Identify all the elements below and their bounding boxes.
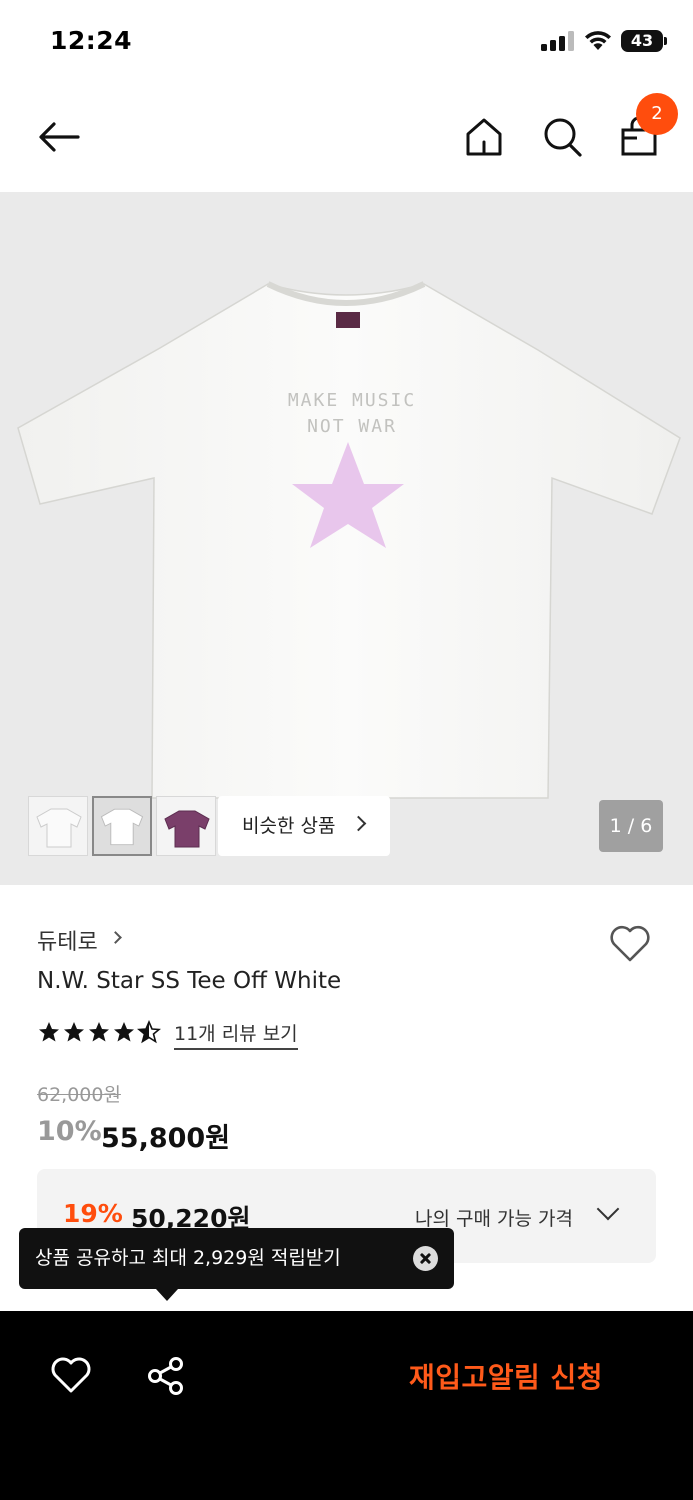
status-bar: 12:24 43 [0, 0, 693, 84]
thumbnail-3[interactable] [156, 796, 216, 856]
battery-indicator: 43 [621, 30, 667, 52]
search-icon[interactable] [540, 114, 584, 160]
share-icon[interactable] [145, 1355, 187, 1397]
heart-icon[interactable] [50, 1355, 92, 1397]
status-time: 12:24 [50, 26, 133, 55]
share-reward-tooltip: 상품 공유하고 최대 2,929원 적립받기 [19, 1228, 454, 1301]
product-image-gallery[interactable]: MAKE MUSIC NOT WAR 비슷한 상품 1 / 6 [0, 192, 693, 885]
similar-products-label: 비슷한 상품 [242, 815, 336, 837]
arrow-left-icon[interactable] [34, 114, 84, 160]
close-icon[interactable] [413, 1246, 438, 1271]
discount-rate: 10% [37, 1116, 102, 1147]
my-discount-rate: 19% [63, 1199, 123, 1228]
star-icon [89, 1022, 109, 1042]
star-half-icon [137, 1020, 161, 1044]
restock-alert-button[interactable]: 재입고알림 신청 [409, 1356, 603, 1396]
thumbnail-2[interactable] [92, 796, 152, 856]
tee-print-line2: NOT WAR [307, 416, 397, 437]
chevron-right-icon [350, 815, 367, 832]
star-icon [114, 1022, 134, 1042]
tooltip-text: 상품 공유하고 최대 2,929원 적립받기 [35, 1247, 341, 1269]
home-icon[interactable] [462, 114, 506, 160]
product-image: MAKE MUSIC NOT WAR [17, 281, 681, 799]
product-title: N.W. Star SS Tee Off White [37, 968, 342, 994]
image-pager: 1 / 6 [599, 800, 663, 852]
star-icon [39, 1022, 59, 1042]
similar-products-button[interactable]: 비슷한 상품 [218, 796, 390, 856]
cellular-signal-icon [541, 31, 574, 51]
chevron-right-icon [109, 931, 122, 944]
chevron-down-icon [596, 1197, 620, 1221]
original-price: 62,000원 [37, 1084, 121, 1106]
sale-price: 55,800원 [101, 1123, 231, 1154]
thumbnail-strip [28, 796, 216, 856]
tee-print-line1: MAKE MUSIC [288, 390, 416, 411]
bottom-action-bar: 재입고알림 신청 [0, 1311, 693, 1500]
star-icon [64, 1022, 84, 1042]
rating-stars [37, 1020, 161, 1044]
heart-icon[interactable] [608, 922, 652, 964]
cart-count-badge: 2 [636, 93, 678, 135]
reviews-link[interactable]: 11개 리뷰 보기 [174, 1019, 298, 1050]
thumbnail-1[interactable] [28, 796, 88, 856]
brand-link[interactable]: 듀테로 [37, 924, 98, 956]
top-nav: 2 [0, 84, 693, 192]
wifi-icon [585, 31, 611, 50]
my-price-label: 나의 구매 가능 가격 [415, 1208, 573, 1230]
